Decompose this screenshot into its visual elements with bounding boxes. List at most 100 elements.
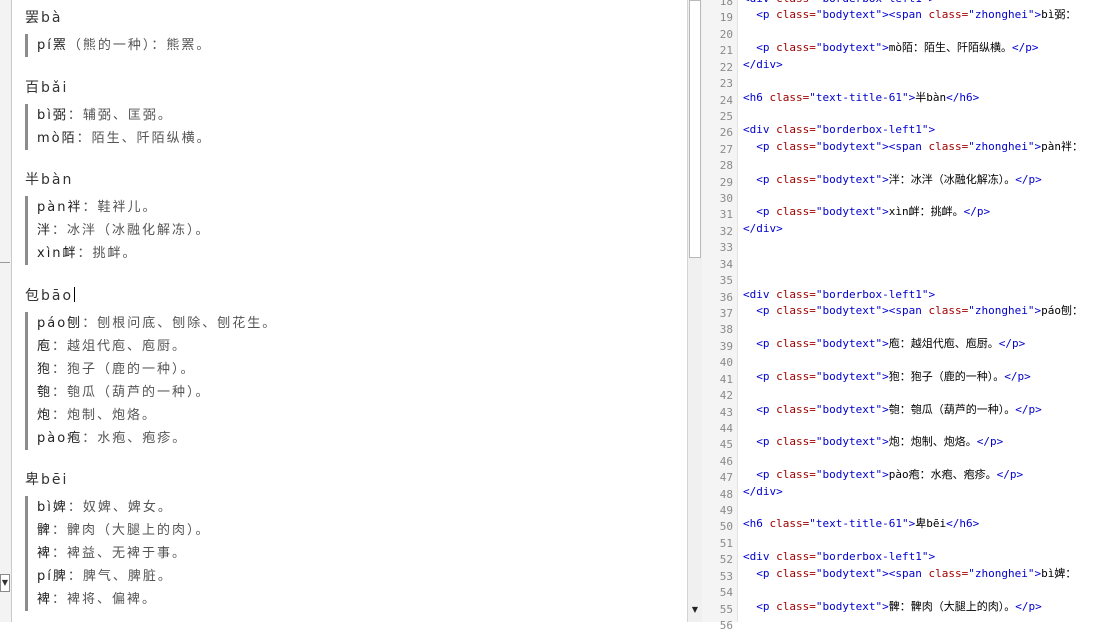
code-line[interactable]: <div class="borderbox-left1"> [743, 549, 935, 565]
code-token: páo刨： [1041, 303, 1083, 317]
code-token: "text-title-61" [809, 90, 909, 104]
code-token: </p> [1015, 599, 1042, 613]
entry-item-text: ：鞋袢儿。 [82, 200, 158, 215]
code-token: > [882, 205, 889, 219]
code-line[interactable]: <p class="bodytext"><span class="zhonghe… [743, 303, 1083, 319]
line-number-gutter: 18 19 20 21 22 23 24 25 26 27 28 29 30 31 32 33 34 35 36 37… [702, 0, 738, 632]
code-token: 包bāo [915, 254, 947, 268]
code-line[interactable]: <h6 class="text-title-61">包bāo</h6> [743, 254, 979, 270]
code-token: <p [756, 172, 777, 186]
code-line[interactable]: <h6 class="text-title-61">半bàn</h6> [743, 90, 979, 106]
code-token: "bodytext" [815, 402, 883, 416]
line-number: 28 [719, 159, 733, 173]
entry-heading-text: 包bāo [25, 288, 74, 304]
code-line[interactable]: <p class="bodytext">pào疱：水疱、疱疹。</p> [743, 467, 1023, 483]
entry-item-text: ：炮制、炮烙。 [52, 408, 158, 423]
code-token: "borderbox-left1" [816, 0, 929, 5]
code-line[interactable]: <p class="bodytext">庖：越俎代庖、庖厨。</p> [743, 336, 1025, 352]
scroll-down-icon[interactable]: ▼ [688, 604, 702, 616]
entry-item: pí脾：脾气、脾脏。 [37, 565, 211, 588]
code-line[interactable]: <p class="bodytext">狍：狍子（鹿的一种）。</p> [743, 369, 1030, 385]
line-number: 48 [719, 487, 733, 501]
code-token: > [928, 287, 936, 301]
code-token: </h6> [946, 254, 980, 268]
preview-vertical-scrollbar[interactable]: ▼ [687, 0, 702, 622]
code-token: <p [756, 402, 777, 416]
code-token: <p [756, 205, 777, 219]
line-number: 44 [719, 421, 733, 435]
entry-item-lead: 裨 [37, 546, 53, 561]
line-number: 55 [719, 602, 733, 616]
code-line[interactable]: <p class="bodytext"><span class="zhonghe… [743, 7, 1076, 23]
code-token: <p [756, 369, 777, 383]
code-line[interactable]: <div class="borderbox-left1"> [743, 0, 935, 7]
entry-item-lead: 泮 [37, 223, 53, 238]
code-token: </div> [743, 57, 783, 71]
line-number: 50 [719, 520, 733, 534]
code-line[interactable]: <p class="bodytext">匏：匏瓜（葫芦的一种）。</p> [743, 402, 1041, 418]
preview-entry: 百bǎi bì弼：辅弼、匡弼。 mò陌：陌生、阡陌纵横。 [25, 78, 212, 150]
entry-item-lead: 庖 [37, 339, 53, 354]
code-token: class= [776, 599, 816, 613]
line-number: 53 [719, 569, 733, 583]
line-number: 36 [719, 290, 733, 304]
code-token: <p [756, 566, 777, 580]
code-line[interactable]: </div> [743, 57, 783, 73]
code-line[interactable]: <h6 class="text-title-61">卑bēi</h6> [743, 516, 979, 532]
entry-item-lead: 髀 [37, 523, 53, 538]
left-panel-edge: ▼ [0, 0, 12, 622]
code-line[interactable]: <div class="borderbox-left1"> [743, 287, 935, 303]
code-line[interactable]: <p class="bodytext">mò陌：陌生、阡陌纵横。</p> [743, 40, 1038, 56]
code-line[interactable]: <p class="bodytext">xìn衅：挑衅。</p> [743, 204, 990, 220]
code-line[interactable]: <p class="bodytext"><span class="zhonghe… [743, 139, 1083, 155]
code-line[interactable]: <p class="bodytext"><span class="zhonghe… [743, 566, 1076, 582]
line-number: 47 [719, 471, 733, 485]
code-line[interactable]: <p class="bodytext">炮：炮制、炮烙。</p> [743, 434, 1003, 450]
line-number: 51 [719, 536, 733, 550]
code-token: <p [756, 41, 777, 55]
code-token: </p> [1015, 172, 1042, 186]
entry-item: bì婢：奴婢、婢女。 [37, 496, 211, 519]
dropdown-button[interactable]: ▼ [0, 574, 10, 592]
line-number: 38 [719, 323, 733, 337]
code-token: "bodytext" [815, 41, 883, 55]
code-line[interactable]: </div> [743, 484, 783, 500]
code-line[interactable]: <p class="bodytext">髀：髀肉（大腿上的肉）。</p> [743, 599, 1042, 615]
preview-pane[interactable]: 罢bà pí罴（熊的一种）：熊罴。 百bǎi bì弼：辅弼、匡弼。 mò陌：陌生、阡陌纵… [12, 0, 686, 622]
code-token: class= [776, 550, 816, 564]
code-token: "bodytext" [815, 435, 883, 449]
entry-item: 狍：狍子（鹿的一种）。 [37, 358, 277, 381]
preview-entry: 半bàn pàn袢：鞋袢儿。 泮：冰泮（冰融化解冻）。 xìn衅：挑衅。 [25, 170, 211, 265]
entry-heading-text: 百bǎi [25, 80, 69, 96]
entry-heading-text: 卑bēi [25, 472, 69, 488]
code-token: "bodytext" [815, 205, 883, 219]
entry-item: 髀：髀肉（大腿上的肉）。 [37, 519, 211, 542]
code-line[interactable]: <div class="borderbox-left1"> [743, 122, 935, 138]
code-token: </div> [743, 484, 783, 498]
entry-item-text: ：奴婢、婢女。 [67, 500, 173, 515]
entry-item-text: ：髀肉（大腿上的肉）。 [52, 523, 211, 538]
code-line[interactable]: </div> [743, 221, 783, 237]
line-number: 18 [719, 0, 733, 8]
code-token: class= [776, 402, 816, 416]
scrollbar-thumb[interactable] [689, 0, 701, 258]
code-token: "bodytext" [815, 468, 883, 482]
entry-heading: 百bǎi [25, 78, 212, 98]
code-editor[interactable]: <div class="borderbox-left1"> <p class="… [738, 0, 1115, 622]
code-line[interactable]: <p class="bodytext">泮：冰泮（冰融化解冻）。</p> [743, 172, 1042, 188]
code-token: > [882, 435, 889, 449]
entry-item-text: ：冰泮（冰融化解冻）。 [52, 223, 211, 238]
code-token: class= [776, 303, 816, 317]
code-token: class= [928, 303, 969, 317]
code-token: "zhonghei" [968, 139, 1035, 153]
entry-item-text: ：刨根问底、刨除、刨花生。 [82, 316, 278, 331]
code-token: "zhonghei" [968, 8, 1035, 22]
code-token: "zhonghei" [968, 303, 1035, 317]
line-number: 24 [719, 93, 733, 107]
line-number: 35 [719, 274, 733, 288]
entry-heading: 半bàn [25, 170, 211, 190]
